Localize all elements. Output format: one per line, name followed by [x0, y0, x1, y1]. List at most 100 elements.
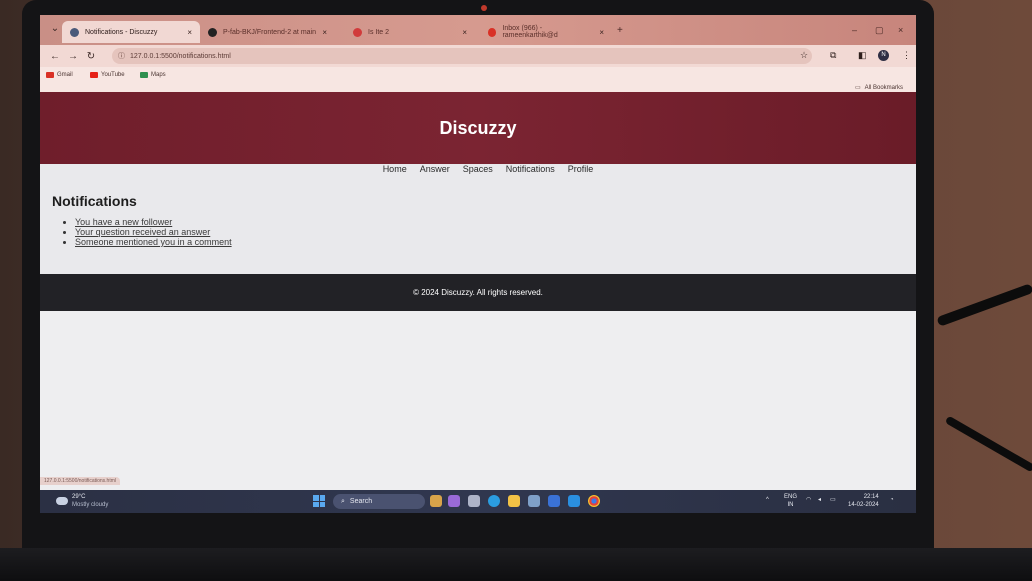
- weather-widget[interactable]: 29°C Mostly cloudy: [56, 493, 108, 509]
- cable: [944, 415, 1032, 473]
- minimize-icon[interactable]: –: [852, 25, 857, 35]
- bookmark-gmail[interactable]: Gmail: [46, 72, 73, 78]
- menu-icon[interactable]: ⋮: [902, 50, 911, 61]
- edge-icon[interactable]: [488, 495, 500, 507]
- maximize-icon[interactable]: ▢: [875, 25, 884, 36]
- extensions-icon[interactable]: ⧉: [830, 50, 836, 61]
- bookmark-youtube[interactable]: YouTube: [90, 72, 125, 78]
- time: 22:14: [863, 494, 879, 500]
- status-bar-url: 127.0.0.1:5500/notifications.html: [40, 477, 120, 485]
- clock[interactable]: 22:14 14-02-2024: [848, 493, 879, 509]
- reload-icon[interactable]: ↻: [82, 51, 100, 62]
- site-title: Discuzzy: [439, 117, 517, 138]
- folder-icon: ▭: [855, 85, 861, 91]
- notepad-icon[interactable]: [548, 495, 560, 507]
- notification-link[interactable]: Your question received an answer: [75, 227, 210, 237]
- web-page: Discuzzy Home Answer Spaces Notification…: [40, 92, 916, 491]
- new-tab-icon[interactable]: +: [617, 25, 623, 36]
- bookmark-label: Maps: [151, 72, 166, 78]
- wifi-icon[interactable]: ◠: [806, 496, 811, 504]
- side-panel-icon[interactable]: ◧: [858, 50, 867, 61]
- windows-start-icon[interactable]: [313, 495, 325, 507]
- list-item: You have a new follower: [75, 217, 872, 227]
- site-header: Discuzzy: [40, 92, 916, 164]
- youtube-icon: [90, 72, 98, 78]
- page-blank-area: [40, 311, 916, 491]
- notification-link[interactable]: Someone mentioned you in a comment: [75, 237, 232, 247]
- laptop-base: [0, 548, 1032, 581]
- bookmark-label: YouTube: [101, 72, 125, 78]
- notification-link[interactable]: You have a new follower: [75, 217, 172, 227]
- tab-label: P-fab-BKJ/Frontend-2 at main: [223, 28, 316, 36]
- browser-toolbar: ← → ↻ ⓘ 127.0.0.1:5500/notifications.htm…: [40, 45, 916, 67]
- date: 14-02-2024: [848, 502, 879, 508]
- region: IN: [787, 502, 794, 508]
- tab-gmail[interactable]: Inbox (966) - rameenkarthik@d ×: [480, 21, 612, 43]
- back-icon[interactable]: ←: [46, 51, 64, 62]
- notifications-bell-icon[interactable]: ◔: [890, 496, 894, 504]
- tab-label: Notifications - Discuzzy: [85, 28, 158, 36]
- taskbar: 29°C Mostly cloudy ⌕ Search ^ ENG IN ◠ ◂…: [40, 490, 916, 513]
- search-icon: ⌕: [341, 497, 345, 505]
- store-icon[interactable]: [528, 495, 540, 507]
- chrome-icon[interactable]: [588, 495, 600, 507]
- tab-label: Inbox (966) - rameenkarthik@d: [502, 25, 558, 39]
- language-indicator[interactable]: ENG IN: [784, 493, 797, 509]
- list-item: Your question received an answer: [75, 227, 872, 237]
- all-bookmarks[interactable]: ▭ All Bookmarks: [855, 84, 904, 92]
- nav-home[interactable]: Home: [383, 164, 407, 180]
- bookmark-star-icon[interactable]: ☆: [800, 50, 808, 61]
- bookmark-label: Gmail: [57, 72, 73, 78]
- tab-third[interactable]: Is Ite 2 ×: [345, 21, 475, 43]
- forward-icon[interactable]: →: [64, 51, 82, 62]
- cloud-icon: [56, 497, 68, 505]
- address-url: 127.0.0.1:5500/notifications.html: [130, 52, 231, 60]
- copilot-icon[interactable]: [448, 495, 460, 507]
- cable: [936, 283, 1032, 327]
- battery-icon[interactable]: ▭: [830, 496, 836, 504]
- tab-notifications[interactable]: Notifications - Discuzzy ×: [62, 21, 200, 43]
- close-window-icon[interactable]: ×: [898, 25, 903, 35]
- vscode-icon[interactable]: [568, 495, 580, 507]
- temperature: 29°C: [72, 494, 86, 500]
- favicon-icon: [70, 27, 79, 37]
- footer-text: © 2024 Discuzzy. All rights reserved.: [413, 288, 543, 297]
- page-heading: Notifications: [52, 193, 137, 209]
- nav-notifications[interactable]: Notifications: [506, 164, 555, 180]
- close-tab-icon[interactable]: ×: [322, 28, 327, 37]
- gmail-icon: [488, 27, 497, 37]
- webcam: [481, 5, 487, 11]
- notifications-list: You have a new follower Your question re…: [52, 217, 872, 247]
- nav-answer[interactable]: Answer: [420, 164, 450, 180]
- search-label: Search: [349, 498, 373, 505]
- all-bookmarks-label: All Bookmarks: [864, 84, 904, 91]
- nav-spaces[interactable]: Spaces: [463, 164, 493, 180]
- bookmarks-bar: Gmail YouTube Maps ▭ All Bookmarks: [40, 67, 916, 92]
- gmail-icon: [46, 72, 54, 78]
- nav-profile[interactable]: Profile: [568, 164, 594, 180]
- volume-icon[interactable]: ◂: [818, 496, 821, 504]
- bookmark-maps[interactable]: Maps: [140, 72, 166, 78]
- browser-tab-strip: ⌄ Notifications - Discuzzy × P-fab-BKJ/F…: [40, 15, 916, 45]
- tab-github[interactable]: P-fab-BKJ/Frontend-2 at main ×: [200, 21, 335, 43]
- close-tab-icon[interactable]: ×: [599, 28, 604, 37]
- close-tab-icon[interactable]: ×: [187, 28, 192, 37]
- profile-avatar[interactable]: N: [878, 50, 889, 61]
- site-nav: Home Answer Spaces Notifications Profile: [40, 164, 916, 180]
- address-bar[interactable]: ⓘ 127.0.0.1:5500/notifications.html: [112, 48, 812, 64]
- tray-overflow-icon[interactable]: ^: [766, 496, 769, 504]
- file-explorer-icon[interactable]: [508, 495, 520, 507]
- task-view-icon[interactable]: [468, 495, 480, 507]
- site-info-icon[interactable]: ⓘ: [118, 51, 125, 61]
- weather-condition: Mostly cloudy: [72, 502, 109, 508]
- close-tab-icon[interactable]: ×: [462, 28, 467, 37]
- notifications-section: Notifications You have a new follower Yo…: [52, 193, 872, 247]
- taskbar-search[interactable]: ⌕ Search: [333, 494, 425, 509]
- widgets-icon[interactable]: [430, 495, 442, 507]
- tab-label: Is Ite 2: [368, 28, 390, 36]
- weather-text: 29°C Mostly cloudy: [72, 493, 108, 509]
- favicon-icon: [353, 27, 362, 37]
- list-item: Someone mentioned you in a comment: [75, 237, 872, 247]
- site-footer: © 2024 Discuzzy. All rights reserved.: [40, 274, 916, 311]
- github-icon: [208, 27, 217, 37]
